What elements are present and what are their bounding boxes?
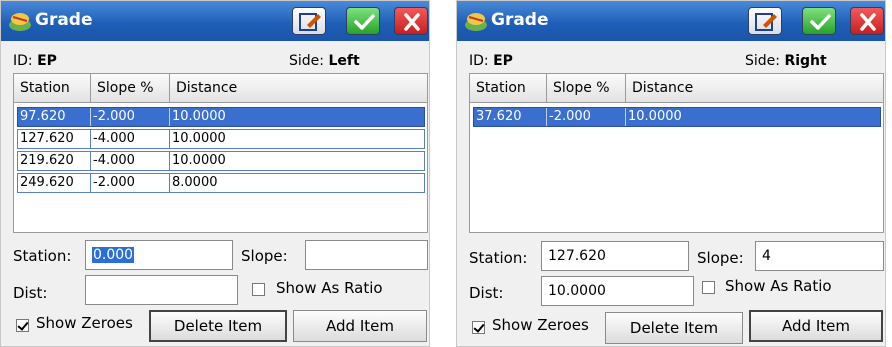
column-slope[interactable]: Slope % bbox=[547, 74, 626, 102]
station-input[interactable]: 0.000 bbox=[85, 240, 233, 270]
cancel-button[interactable] bbox=[394, 7, 428, 35]
survey-app-icon bbox=[465, 13, 487, 31]
grade-window-right: Grade ID: EP Side: Right Station Slope %… bbox=[456, 0, 886, 347]
column-station[interactable]: Station bbox=[470, 74, 547, 102]
cell-distance: 10.0000 bbox=[172, 131, 226, 146]
grade-list[interactable]: Station Slope % Distance 97.620 -2.000 1… bbox=[13, 73, 428, 233]
grade-list[interactable]: Station Slope % Distance 37.620 -2.000 1… bbox=[469, 73, 884, 233]
id-label: ID: bbox=[13, 53, 33, 69]
cell-station: 37.620 bbox=[474, 108, 547, 126]
cell-slope: -4.000 bbox=[91, 152, 170, 170]
table-row[interactable]: 37.620 -2.000 10.0000 bbox=[473, 107, 881, 127]
cell-station: 219.620 bbox=[18, 152, 91, 170]
cell-distance: 8.0000 bbox=[172, 175, 218, 190]
checkmark-icon bbox=[810, 14, 831, 30]
column-distance[interactable]: Distance bbox=[626, 74, 885, 102]
title-bar: Grade bbox=[457, 1, 885, 41]
column-station[interactable]: Station bbox=[14, 74, 91, 102]
station-label: Station: bbox=[469, 249, 528, 267]
title-bar: Grade bbox=[1, 1, 429, 41]
show-as-ratio-label: Show As Ratio bbox=[276, 279, 383, 297]
list-header: Station Slope % Distance bbox=[470, 74, 883, 103]
close-icon bbox=[860, 13, 876, 31]
cell-slope: -2.000 bbox=[91, 108, 170, 126]
checkmark-icon bbox=[354, 14, 375, 30]
cell-distance: 10.0000 bbox=[172, 109, 226, 124]
grade-window-left: Grade ID: EP Side: Left Station Slope % bbox=[0, 0, 430, 347]
window-title: Grade bbox=[491, 10, 549, 30]
edit-button[interactable] bbox=[292, 7, 326, 35]
show-as-ratio-checkbox[interactable] bbox=[252, 283, 265, 296]
station-label: Station: bbox=[13, 247, 72, 265]
delete-item-button[interactable]: Delete Item bbox=[149, 310, 287, 342]
add-item-button[interactable]: Add Item bbox=[293, 310, 427, 342]
slope-label: Slope: bbox=[241, 247, 288, 265]
show-zeroes-checkbox[interactable] bbox=[472, 321, 485, 334]
side-label: Side: bbox=[289, 53, 324, 69]
column-distance[interactable]: Distance bbox=[170, 74, 429, 102]
station-value: 0.000 bbox=[92, 247, 135, 263]
cell-station: 249.620 bbox=[18, 174, 91, 192]
show-zeroes-label: Show Zeroes bbox=[492, 316, 589, 334]
show-as-ratio-checkbox[interactable] bbox=[702, 281, 715, 294]
ok-button[interactable] bbox=[802, 7, 836, 35]
dist-label: Dist: bbox=[469, 284, 504, 302]
side-value: Right bbox=[784, 53, 827, 69]
slope-input[interactable]: 4 bbox=[755, 241, 884, 271]
dist-input[interactable] bbox=[85, 275, 238, 305]
cell-distance: 10.0000 bbox=[628, 109, 682, 124]
edit-icon bbox=[755, 13, 777, 31]
id-info: ID: EP bbox=[13, 53, 57, 69]
id-value: EP bbox=[37, 53, 57, 69]
slope-input[interactable] bbox=[305, 240, 428, 270]
side-info: Side: Left bbox=[289, 53, 360, 69]
edit-button[interactable] bbox=[748, 7, 782, 35]
show-zeroes-checkbox[interactable] bbox=[16, 319, 29, 332]
cell-slope: -2.000 bbox=[547, 108, 626, 126]
slope-label: Slope: bbox=[697, 249, 744, 267]
cell-station: 127.620 bbox=[18, 130, 91, 148]
window-title: Grade bbox=[35, 10, 93, 30]
table-row[interactable]: 127.620 -4.000 10.0000 bbox=[17, 129, 425, 149]
side-value: Left bbox=[328, 53, 360, 69]
close-icon bbox=[404, 13, 420, 31]
cell-slope: -2.000 bbox=[91, 174, 170, 192]
station-input[interactable]: 127.620 bbox=[541, 241, 689, 271]
survey-app-icon bbox=[9, 13, 31, 31]
id-value: EP bbox=[493, 53, 513, 69]
cell-station: 97.620 bbox=[18, 108, 91, 126]
dist-input[interactable]: 10.0000 bbox=[541, 276, 694, 306]
delete-item-button[interactable]: Delete Item bbox=[605, 312, 743, 344]
side-label: Side: bbox=[745, 53, 780, 69]
table-row[interactable]: 249.620 -2.000 8.0000 bbox=[17, 173, 425, 193]
cell-distance: 10.0000 bbox=[172, 153, 226, 168]
id-label: ID: bbox=[469, 53, 489, 69]
id-info: ID: EP bbox=[469, 53, 513, 69]
add-item-button[interactable]: Add Item bbox=[749, 310, 883, 342]
dist-label: Dist: bbox=[13, 284, 48, 302]
cell-slope: -4.000 bbox=[91, 130, 170, 148]
list-header: Station Slope % Distance bbox=[14, 74, 427, 103]
show-as-ratio-label: Show As Ratio bbox=[725, 277, 832, 295]
cancel-button[interactable] bbox=[850, 7, 884, 35]
table-row[interactable]: 97.620 -2.000 10.0000 bbox=[17, 107, 425, 127]
column-slope[interactable]: Slope % bbox=[91, 74, 170, 102]
table-row[interactable]: 219.620 -4.000 10.0000 bbox=[17, 151, 425, 171]
ok-button[interactable] bbox=[346, 7, 380, 35]
edit-icon bbox=[299, 13, 321, 31]
side-info: Side: Right bbox=[745, 53, 827, 69]
show-zeroes-label: Show Zeroes bbox=[36, 314, 133, 332]
